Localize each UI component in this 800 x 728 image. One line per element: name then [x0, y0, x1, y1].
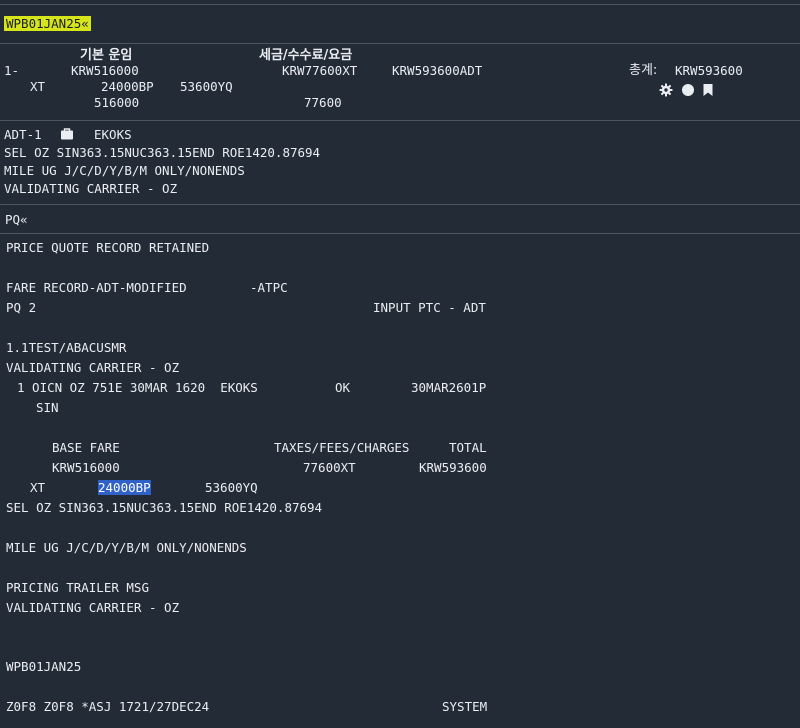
gear-icon[interactable]	[659, 83, 673, 97]
separator-4	[0, 233, 800, 234]
tax-sum: 77600	[304, 95, 342, 110]
top-border	[0, 4, 800, 5]
segment-destination: SIN	[36, 400, 59, 415]
grand-total-value: KRW593600	[675, 63, 743, 78]
separator-1	[0, 43, 800, 44]
xt-label: XT	[30, 79, 46, 94]
retained-line: PRICE QUOTE RECORD RETAINED	[6, 240, 210, 255]
validating-carrier-2: VALIDATING CARRIER - OZ	[6, 360, 180, 375]
footer-agent: Z0F8 Z0F8 *ASJ 1721/27DEC24	[6, 699, 210, 714]
ptc-label: ADT-1	[4, 127, 42, 142]
segment-status: OK	[335, 380, 351, 395]
xt-yq: 53600YQ	[180, 79, 233, 94]
footer-system: SYSTEM	[442, 699, 488, 714]
pq-number: PQ 2	[6, 300, 37, 315]
xt-bp-selected[interactable]: 24000BP	[98, 480, 151, 496]
value-base-fare: KRW516000	[52, 460, 120, 475]
line-number: 1-	[4, 63, 20, 78]
fare-record-line: FARE RECORD-ADT-MODIFIED	[6, 280, 187, 295]
separator-2	[0, 120, 800, 121]
repeat-command: WPB01JAN25	[6, 659, 82, 674]
tax-heading: 세금/수수료/요금	[259, 48, 353, 63]
segment-line: 1 OICN OZ 751E 30MAR 1620 EKOKS	[17, 380, 258, 395]
input-ptc: INPUT PTC - ADT	[373, 300, 486, 315]
xt-label-2: XT	[30, 480, 46, 495]
value-taxes: 77600XT	[303, 460, 356, 475]
bookmark-icon[interactable]	[702, 83, 714, 97]
mile-line-2: MILE UG J/C/D/Y/B/M ONLY/NONENDS	[6, 540, 247, 555]
header-base-fare: BASE FARE	[52, 440, 120, 455]
value-total: KRW593600	[419, 460, 487, 475]
total-adt-value: KRW593600ADT	[392, 63, 483, 78]
fare-calc-line-2: SEL OZ SIN363.15NUC363.15END ROE1420.876…	[6, 500, 323, 515]
trailer-msg: PRICING TRAILER MSG	[6, 580, 149, 595]
base-fare-value: KRW516000	[71, 63, 139, 78]
passenger-name: 1.1TEST/ABACUSMR	[6, 340, 127, 355]
command-wpb[interactable]: WPB01JAN25«	[4, 16, 91, 32]
command-text: WPB01JAN25«	[4, 16, 91, 31]
command-pq[interactable]: PQ«	[5, 212, 28, 228]
mile-line-1: MILE UG J/C/D/Y/B/M ONLY/NONENDS	[4, 163, 245, 178]
header-taxes: TAXES/FEES/CHARGES	[274, 440, 410, 455]
validating-carrier-3: VALIDATING CARRIER - OZ	[6, 600, 180, 615]
header-total: TOTAL	[449, 440, 487, 455]
fare-calc-line-1: SEL OZ SIN363.15NUC363.15END ROE1420.876…	[4, 145, 321, 160]
grand-total-label: 총계:	[629, 63, 658, 78]
xt-bp: 24000BP	[101, 79, 154, 94]
validating-carrier-1: VALIDATING CARRIER - OZ	[4, 181, 178, 196]
atpc-label: -ATPC	[250, 280, 288, 295]
segment-nvb: 30MAR2601P	[411, 380, 487, 395]
fare-basis: EKOKS	[94, 127, 132, 142]
circle-icon[interactable]	[681, 83, 695, 97]
xt-yq-2: 53600YQ	[205, 480, 258, 495]
baggage-icon	[61, 128, 73, 140]
selected-text: 24000BP	[98, 480, 151, 495]
fare-heading: 기본 운임	[80, 48, 133, 63]
taxes-value: KRW77600XT	[282, 63, 358, 78]
base-sum: 516000	[94, 95, 140, 110]
separator-3	[0, 204, 800, 205]
